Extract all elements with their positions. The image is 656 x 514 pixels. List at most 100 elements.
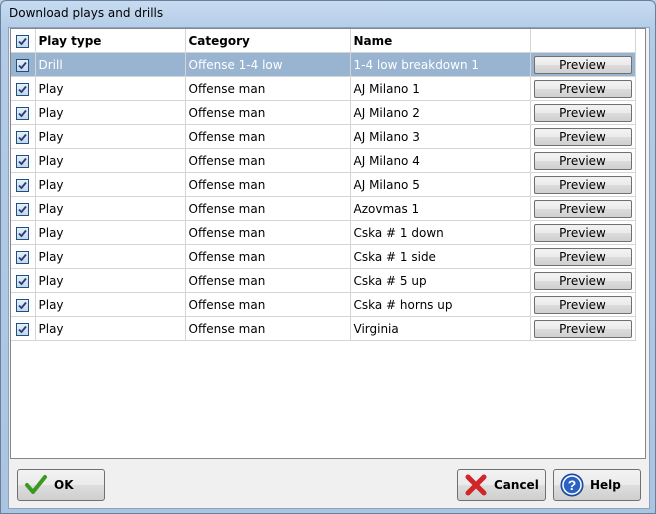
checkmark-icon [18,325,27,333]
preview-button[interactable]: Preview [533,55,632,74]
row-checkbox-cell [11,220,36,245]
cell-category: Offense man [185,292,351,317]
cell-category: Offense man [185,268,351,293]
ok-label: OK [54,478,74,492]
row-checkbox[interactable] [16,298,30,312]
table-header-row: Play type Category Name [11,29,636,53]
row-checkbox[interactable] [16,130,30,144]
cell-action: Preview [530,124,636,149]
cell-action: Preview [530,196,636,221]
row-checkbox-cell [11,100,36,125]
cell-action: Preview [530,76,636,101]
help-label: Help [590,478,621,492]
row-checkbox-cell [11,244,36,269]
table-row[interactable]: Play Offense man AJ Milano 2 Preview [11,100,636,125]
checkmark-icon [18,301,27,309]
table-row[interactable]: Play Offense man AJ Milano 1 Preview [11,76,636,101]
table-row[interactable]: Play Offense man AJ Milano 5 Preview [11,172,636,197]
row-checkbox[interactable] [16,226,30,240]
cell-play-type: Play [35,316,186,341]
column-header-category[interactable]: Category [185,29,351,53]
cell-name: AJ Milano 2 [350,100,531,125]
cell-name: 1-4 low breakdown 1 [350,52,531,77]
cell-play-type: Play [35,220,186,245]
preview-button[interactable]: Preview [533,103,632,122]
preview-button[interactable]: Preview [533,199,632,218]
cell-action: Preview [530,100,636,125]
table-row[interactable]: Play Offense man AJ Milano 4 Preview [11,148,636,173]
preview-button[interactable]: Preview [533,319,632,338]
cell-action: Preview [530,292,636,317]
table-row[interactable]: Play Offense man Cska # 5 up Preview [11,268,636,293]
table-row[interactable]: Play Offense man Cska # horns up Preview [11,292,636,317]
cell-name: AJ Milano 3 [350,124,531,149]
help-question-icon: ? [560,473,584,497]
column-header-play-type[interactable]: Play type [35,29,186,53]
checkmark-icon [18,133,27,141]
select-all-checkbox[interactable] [16,34,30,48]
cell-category: Offense man [185,196,351,221]
plays-table: Play type Category Name Drill Offense 1-4… [10,28,646,459]
cell-name: Cska # 5 up [350,268,531,293]
cell-action: Preview [530,268,636,293]
column-header-name[interactable]: Name [350,29,531,53]
cell-category: Offense man [185,148,351,173]
checkmark-icon [18,253,27,261]
preview-button[interactable]: Preview [533,151,632,170]
cell-play-type: Play [35,196,186,221]
cell-play-type: Play [35,292,186,317]
checkmark-icon [18,277,27,285]
table-row[interactable]: Play Offense man Azovmas 1 Preview [11,196,636,221]
row-checkbox[interactable] [16,58,30,72]
cell-category: Offense man [185,220,351,245]
row-checkbox[interactable] [16,106,30,120]
preview-button[interactable]: Preview [533,295,632,314]
help-button[interactable]: ? Help [553,469,641,501]
row-checkbox[interactable] [16,154,30,168]
table-row[interactable]: Play Offense man Cska # 1 down Preview [11,220,636,245]
checkmark-icon [18,85,27,93]
row-checkbox-cell [11,148,36,173]
preview-button[interactable]: Preview [533,271,632,290]
svg-text:?: ? [568,477,577,493]
preview-button[interactable]: Preview [533,175,632,194]
table-row[interactable]: Play Offense man AJ Milano 3 Preview [11,124,636,149]
row-checkbox-cell [11,268,36,293]
preview-button[interactable]: Preview [533,127,632,146]
cell-name: Cska # 1 side [350,244,531,269]
table-row[interactable]: Play Offense man Virginia Preview [11,316,636,341]
table-row[interactable]: Play Offense man Cska # 1 side Preview [11,244,636,269]
preview-button[interactable]: Preview [533,247,632,266]
cell-play-type: Drill [35,52,186,77]
row-checkbox[interactable] [16,274,30,288]
cancel-button[interactable]: Cancel [457,469,546,501]
row-checkbox[interactable] [16,178,30,192]
cancel-label: Cancel [494,478,539,492]
checkmark-icon [18,181,27,189]
checkmark-icon [24,473,48,497]
checkmark-icon [18,157,27,165]
cell-name: AJ Milano 1 [350,76,531,101]
cell-name: Virginia [350,316,531,341]
row-checkbox[interactable] [16,82,30,96]
checkmark-icon [18,61,27,69]
cell-name: Cska # horns up [350,292,531,317]
cell-name: Azovmas 1 [350,196,531,221]
cell-action: Preview [530,316,636,341]
row-checkbox[interactable] [16,202,30,216]
cell-name: AJ Milano 5 [350,172,531,197]
preview-button[interactable]: Preview [533,223,632,242]
table-row[interactable]: Drill Offense 1-4 low 1-4 low breakdown 1P… [11,52,636,77]
row-checkbox[interactable] [16,322,30,336]
cell-action: Preview [530,148,636,173]
row-checkbox-cell [11,196,36,221]
cell-play-type: Play [35,172,186,197]
row-checkbox[interactable] [16,250,30,264]
checkmark-icon [18,109,27,117]
dialog-client-area: Play type Category Name Drill Offense 1-4… [8,27,650,509]
title-bar[interactable]: Download plays and drills [1,1,655,27]
preview-button[interactable]: Preview [533,79,632,98]
cell-action: Preview [530,52,636,77]
ok-button[interactable]: OK [17,469,105,501]
cell-play-type: Play [35,100,186,125]
